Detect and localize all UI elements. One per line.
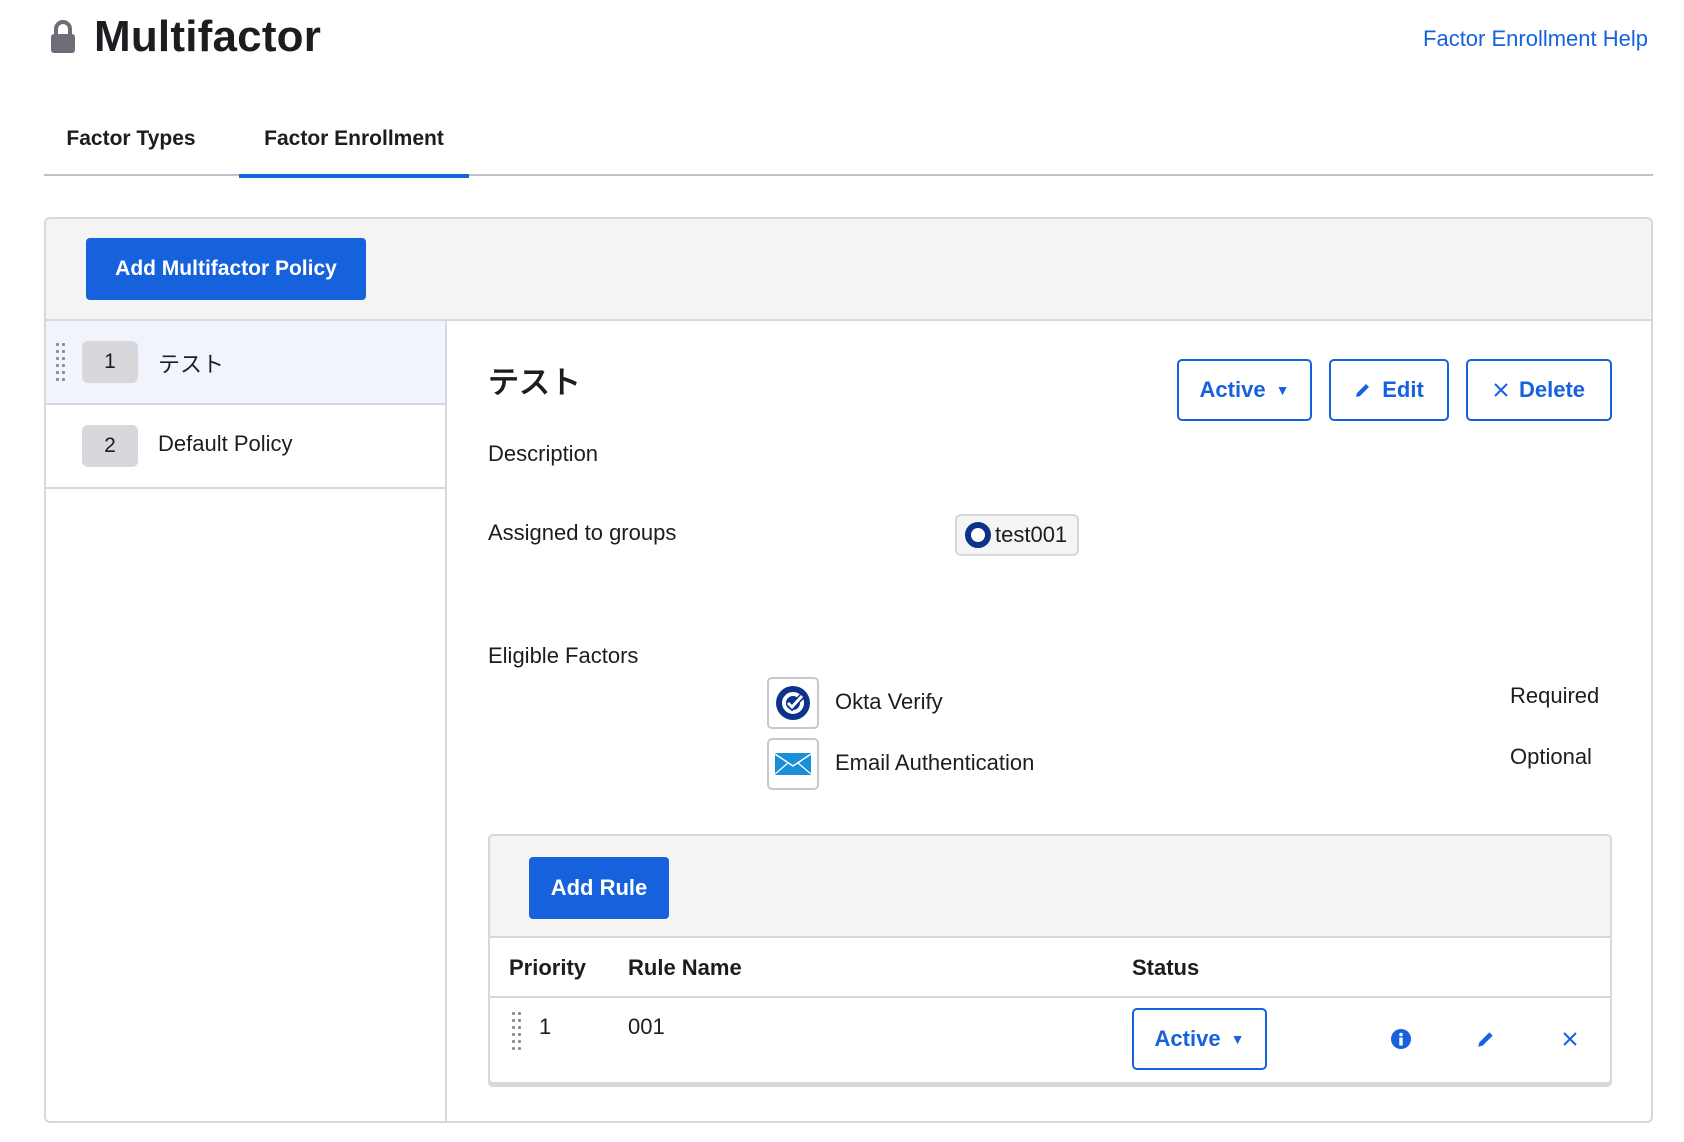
policy-detail-title: テスト <box>488 365 581 400</box>
add-rule-button[interactable]: Add Rule <box>529 857 669 919</box>
info-icon[interactable] <box>1388 1026 1414 1052</box>
policy-panel: Add Multifactor Policy 1 テスト 2 Default P… <box>44 217 1653 1123</box>
priority-badge: 1 <box>82 341 138 383</box>
caret-down-icon: ▼ <box>1275 382 1290 398</box>
policy-status-dropdown[interactable]: Active ▼ <box>1177 359 1312 421</box>
policy-name: Default Policy <box>158 431 293 456</box>
page-header: Multifactor Factor Enrollment Help <box>0 0 1684 100</box>
add-multifactor-policy-button[interactable]: Add Multifactor Policy <box>86 238 366 300</box>
tab-factor-enrollment[interactable]: Factor Enrollment <box>239 110 469 178</box>
rules-table-header: Priority Rule Name Status <box>490 938 1610 998</box>
rule-priority: 1 <box>539 1014 552 1039</box>
delete-label: Delete <box>1518 377 1586 402</box>
okta-verify-icon <box>767 677 819 729</box>
policy-detail: テスト Active ▼ Edit Delete Description Ass… <box>447 321 1651 1121</box>
factor-enrollment-help-link[interactable]: Factor Enrollment Help <box>1423 26 1648 52</box>
column-header-rule-name: Rule Name <box>628 955 742 980</box>
column-header-status: Status <box>1132 955 1200 980</box>
eligible-factors-label: Eligible Factors <box>488 643 639 668</box>
close-icon <box>1494 383 1508 397</box>
rule-status-dropdown[interactable]: Active ▼ <box>1132 1008 1267 1070</box>
rule-name: 001 <box>628 1014 665 1039</box>
tab-factor-types[interactable]: Factor Types <box>44 110 218 176</box>
drag-handle-icon[interactable] <box>56 343 68 381</box>
priority-badge: 2 <box>82 425 138 467</box>
policy-list-item[interactable]: 2 Default Policy <box>46 405 445 489</box>
edit-icon[interactable] <box>1473 1026 1499 1052</box>
pencil-icon <box>1356 384 1370 397</box>
description-label: Description <box>488 441 599 466</box>
rules-table: Add Rule Priority Rule Name Status 1 001 <box>488 834 1612 1084</box>
factor-name: Email Authentication <box>835 750 1035 775</box>
factor-requirement: Optional <box>1510 744 1592 769</box>
lock-icon <box>51 20 75 53</box>
delete-policy-button[interactable]: Delete <box>1466 359 1612 421</box>
status-label: Active <box>1199 377 1266 402</box>
status-label: Active <box>1154 1026 1221 1051</box>
factor-requirement: Required <box>1510 683 1600 708</box>
assigned-groups-label: Assigned to groups <box>488 520 677 545</box>
policy-toolbar: Add Multifactor Policy <box>46 219 1651 321</box>
policy-name: テスト <box>158 352 225 377</box>
group-name: test001 <box>995 522 1068 547</box>
column-header-priority: Priority <box>509 955 587 980</box>
policy-list-item[interactable]: 1 テスト <box>46 321 445 405</box>
table-row: 1 001 Active ▼ <box>490 998 1610 1082</box>
group-icon <box>965 522 991 548</box>
email-icon <box>767 738 819 790</box>
group-chip[interactable]: test001 <box>955 514 1080 556</box>
delete-icon[interactable] <box>1557 1026 1583 1052</box>
edit-policy-button[interactable]: Edit <box>1329 359 1449 421</box>
caret-down-icon: ▼ <box>1230 1031 1245 1047</box>
tab-bar: Factor Types Factor Enrollment <box>44 110 1653 178</box>
policy-list: 1 テスト 2 Default Policy <box>46 321 447 1121</box>
edit-label: Edit <box>1382 377 1424 402</box>
drag-handle-icon[interactable] <box>512 1012 524 1050</box>
factor-name: Okta Verify <box>835 689 943 714</box>
rules-toolbar: Add Rule <box>490 836 1610 938</box>
page-title: Multifactor <box>94 12 322 61</box>
